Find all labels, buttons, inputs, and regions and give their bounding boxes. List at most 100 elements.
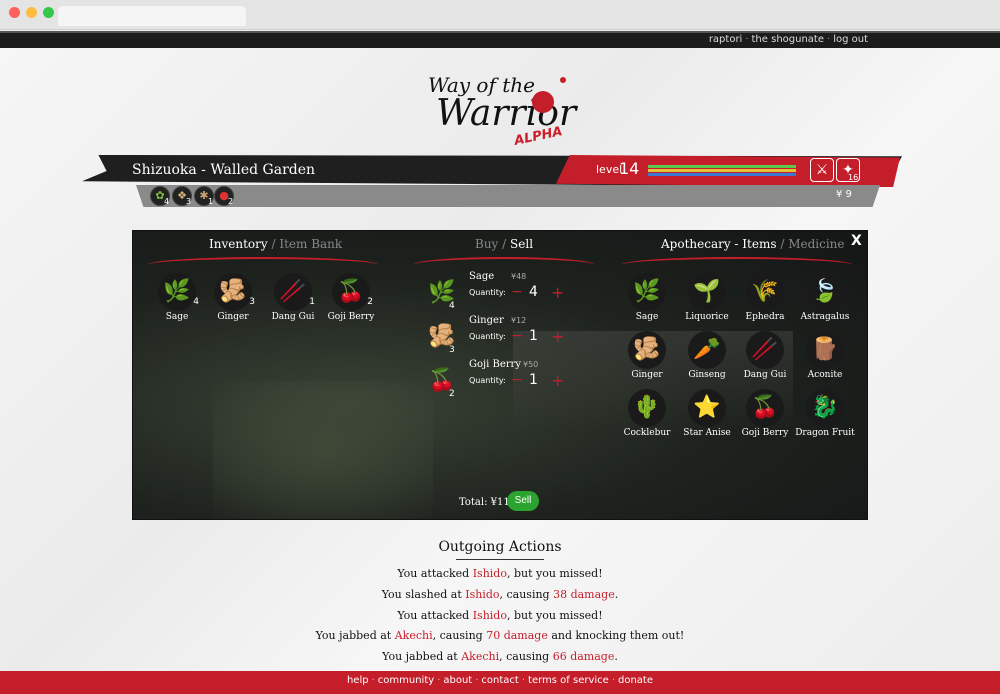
item-name: Dragon Fruit bbox=[795, 428, 855, 438]
decrease-quantity-button[interactable]: − bbox=[511, 328, 523, 344]
apothecary-item[interactable]: 🫚 Ginger bbox=[617, 331, 677, 380]
mana-bar bbox=[648, 173, 796, 176]
inventory-item[interactable]: 🍒 2 Goji Berry bbox=[321, 273, 381, 322]
dang-gui-icon: 🥢 bbox=[746, 331, 784, 369]
footer-link-terms[interactable]: terms of service bbox=[528, 675, 609, 686]
goji-berry-icon: 🍒 bbox=[332, 273, 370, 311]
stat-bars bbox=[648, 165, 796, 177]
log-target[interactable]: Ishido bbox=[473, 567, 507, 580]
close-panel-button[interactable]: X bbox=[851, 233, 862, 249]
item-name: Aconite bbox=[807, 370, 843, 380]
log-target[interactable]: Akechi bbox=[461, 650, 499, 663]
nav-link-logout[interactable]: log out bbox=[833, 34, 868, 45]
mini-count: 2 bbox=[228, 197, 234, 206]
item-name: Liquorice bbox=[685, 312, 729, 322]
trade-panel: Inventory / Item Bank 🌿 4 Sage 🫚 3 Ginge… bbox=[132, 230, 868, 520]
ginseng-icon: 🥕 bbox=[688, 331, 726, 369]
aconite-icon: 🪵 bbox=[806, 331, 844, 369]
sell-button[interactable]: Sell bbox=[507, 491, 539, 511]
apothecary-item[interactable]: 🌾 Ephedra bbox=[735, 273, 795, 322]
footer: help · community · about · contact · terms of se… bbox=[0, 671, 1000, 694]
health-bar bbox=[648, 165, 796, 168]
inventory-item[interactable]: 🫚 3 Ginger bbox=[203, 273, 263, 322]
sword-icon[interactable]: ⚔ bbox=[810, 158, 834, 182]
decrease-quantity-button[interactable]: − bbox=[511, 372, 523, 388]
sell-item-price: ¥50 bbox=[523, 360, 539, 369]
buy-tab[interactable]: Buy bbox=[475, 237, 498, 251]
browser-tab[interactable] bbox=[58, 6, 246, 26]
footer-link-help[interactable]: help bbox=[347, 675, 369, 686]
outgoing-divider bbox=[456, 559, 544, 560]
apothecary-item[interactable]: 🌵 Cocklebur bbox=[617, 389, 677, 438]
log-damage: 70 damage bbox=[486, 629, 548, 642]
increase-quantity-button[interactable]: + bbox=[551, 327, 564, 346]
quantity-label: Quantity: bbox=[469, 332, 506, 341]
item-name: Astragalus bbox=[800, 312, 850, 322]
liquorice-icon: 🌱 bbox=[688, 273, 726, 311]
increase-quantity-button[interactable]: + bbox=[551, 283, 564, 302]
log-text: You jabbed at bbox=[382, 650, 462, 663]
ink-splash-icon bbox=[532, 91, 554, 113]
log-text: , causing bbox=[499, 650, 553, 663]
top-bar: raptori · the shogunate · log out bbox=[0, 31, 1000, 48]
sell-tab[interactable]: Sell bbox=[510, 237, 533, 251]
footer-link-donate[interactable]: donate bbox=[618, 675, 653, 686]
footer-link-community[interactable]: community bbox=[378, 675, 434, 686]
footer-link-about[interactable]: about bbox=[443, 675, 472, 686]
log-damage: 38 damage bbox=[553, 588, 615, 601]
apothecary-item[interactable]: 🌱 Liquorice bbox=[677, 273, 737, 322]
item-count: 1 bbox=[309, 297, 315, 307]
apothecary-item[interactable]: 🍃 Astragalus bbox=[795, 273, 855, 322]
sell-item-price: ¥48 bbox=[511, 272, 527, 281]
log-text: You slashed at bbox=[381, 588, 466, 601]
decrease-quantity-button[interactable]: − bbox=[511, 284, 523, 300]
increase-quantity-button[interactable]: + bbox=[551, 371, 564, 390]
inventory-tab[interactable]: Inventory bbox=[209, 237, 268, 251]
apothecary-items-tab[interactable]: Apothecary - Items bbox=[661, 237, 777, 251]
maximize-window-dot[interactable] bbox=[43, 7, 54, 18]
item-name: Goji Berry bbox=[741, 428, 789, 438]
nav-link-username[interactable]: raptori bbox=[709, 34, 743, 45]
apothecary-item[interactable]: ⭐ Star Anise bbox=[677, 389, 737, 438]
log-target[interactable]: Akechi bbox=[395, 629, 433, 642]
apothecary-item[interactable]: 🐉 Dragon Fruit bbox=[795, 389, 855, 438]
quantity-value: 1 bbox=[529, 372, 538, 388]
apothecary-divider bbox=[621, 257, 853, 273]
log-entry: You attacked Ishido, but you missed! bbox=[0, 567, 1000, 580]
log-target[interactable]: Ishido bbox=[465, 588, 499, 601]
item-name: Ginger bbox=[217, 312, 249, 322]
item-bank-tab[interactable]: Item Bank bbox=[279, 237, 342, 251]
apothecary-item[interactable]: 🍒 Goji Berry bbox=[735, 389, 795, 438]
item-name: Ginseng bbox=[688, 370, 726, 380]
browser-chrome bbox=[0, 0, 1000, 30]
dang-gui-icon: 🥢 bbox=[274, 273, 312, 311]
log-text: . bbox=[614, 650, 618, 663]
log-text: . bbox=[614, 588, 619, 601]
log-target[interactable]: Ishido bbox=[473, 609, 507, 622]
trade-title: Buy / Sell bbox=[475, 237, 534, 251]
apothecary-item[interactable]: 🥢 Dang Gui bbox=[735, 331, 795, 380]
dragon-fruit-icon: 🐉 bbox=[806, 389, 844, 427]
footer-link-contact[interactable]: contact bbox=[481, 675, 518, 686]
inventory-item[interactable]: 🥢 1 Dang Gui bbox=[263, 273, 323, 322]
log-text: You attacked bbox=[397, 567, 473, 580]
sage-icon: 🌿 bbox=[628, 273, 666, 311]
close-window-dot[interactable] bbox=[9, 7, 20, 18]
inventory-item[interactable]: 🌿 4 Sage bbox=[147, 273, 207, 322]
log-text: and knocking them out! bbox=[547, 629, 685, 642]
star-anise-icon: ⭐ bbox=[688, 389, 726, 427]
item-count: 3 bbox=[249, 297, 255, 307]
quantity-value: 4 bbox=[529, 284, 538, 300]
nav-link-shogunate[interactable]: the shogunate bbox=[752, 34, 824, 45]
item-name: Star Anise bbox=[683, 428, 731, 438]
minimize-window-dot[interactable] bbox=[26, 7, 37, 18]
item-name: Ginger bbox=[631, 370, 663, 380]
sell-item-price: ¥12 bbox=[511, 316, 527, 325]
log-text: You jabbed at bbox=[315, 629, 395, 642]
apothecary-item[interactable]: 🌿 Sage bbox=[617, 273, 677, 322]
apothecary-item[interactable]: 🪵 Aconite bbox=[795, 331, 855, 380]
log-damage: 66 damage bbox=[552, 650, 615, 663]
owned-count: 4 bbox=[449, 301, 455, 311]
medicine-tab[interactable]: Medicine bbox=[788, 237, 844, 251]
apothecary-item[interactable]: 🥕 Ginseng bbox=[677, 331, 737, 380]
